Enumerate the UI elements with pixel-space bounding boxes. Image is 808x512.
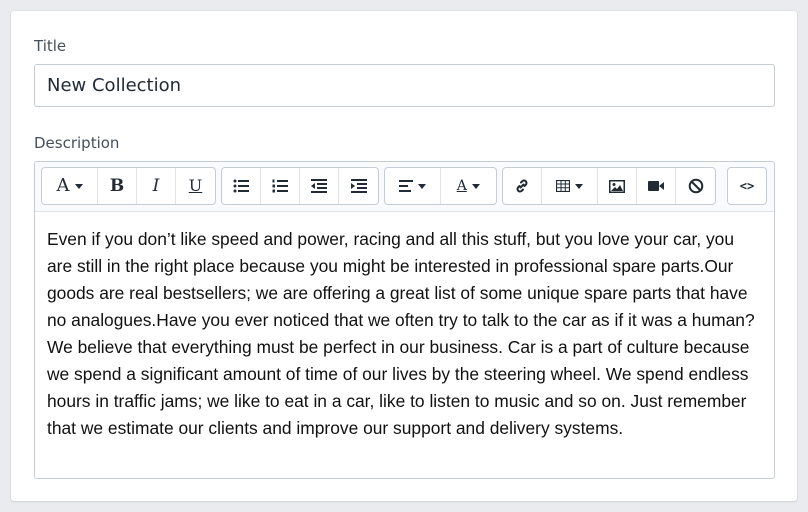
- chevron-down-icon: [575, 183, 583, 189]
- numbered-list-icon: [272, 179, 288, 193]
- font-style-button[interactable]: A: [42, 168, 98, 204]
- code-view-group: <>: [727, 167, 767, 205]
- numbered-list-button[interactable]: [261, 168, 300, 204]
- link-button[interactable]: [503, 168, 542, 204]
- insert-group: [502, 167, 716, 205]
- video-button[interactable]: [637, 168, 676, 204]
- description-label: Description: [34, 134, 120, 152]
- paragraph-group: A: [384, 167, 497, 205]
- table-icon: [556, 180, 570, 192]
- image-icon: [609, 179, 625, 193]
- video-icon: [648, 181, 664, 191]
- italic-button[interactable]: I: [137, 168, 176, 204]
- indent-icon: [350, 179, 367, 193]
- title-input[interactable]: [34, 64, 775, 107]
- bold-icon: B: [109, 175, 125, 196]
- align-dropdown-button[interactable]: [385, 168, 441, 204]
- code-view-button[interactable]: <>: [728, 168, 766, 204]
- code-view-icon: <>: [739, 179, 755, 193]
- bullet-list-icon: [233, 179, 249, 193]
- image-button[interactable]: [598, 168, 637, 204]
- collection-form-card: Title Description A B I U: [11, 11, 797, 501]
- link-icon: [516, 179, 528, 193]
- chevron-down-icon: [74, 183, 83, 189]
- bold-button[interactable]: B: [98, 168, 137, 204]
- outdent-button[interactable]: [300, 168, 339, 204]
- title-label: Title: [34, 37, 67, 55]
- chevron-down-icon: [471, 183, 480, 189]
- text-color-icon: A: [456, 178, 467, 194]
- clear-format-icon: [688, 178, 703, 194]
- font-style-icon: A: [56, 175, 70, 196]
- underline-button[interactable]: U: [176, 168, 215, 204]
- align-left-icon: [398, 180, 413, 192]
- text-color-button[interactable]: A: [441, 168, 497, 204]
- description-editor: A B I U A <> Even if you don’t like spee…: [34, 161, 775, 479]
- list-group: [221, 167, 379, 205]
- table-dropdown-button[interactable]: [542, 168, 598, 204]
- bullet-list-button[interactable]: [222, 168, 261, 204]
- italic-icon: I: [152, 175, 160, 196]
- chevron-down-icon: [417, 183, 426, 189]
- text-style-group: A B I U: [41, 167, 216, 205]
- indent-button[interactable]: [339, 168, 378, 204]
- description-content[interactable]: Even if you don’t like speed and power, …: [35, 212, 774, 442]
- editor-toolbar: A B I U A <>: [35, 162, 774, 212]
- outdent-icon: [311, 179, 327, 193]
- clear-format-button[interactable]: [676, 168, 715, 204]
- underline-icon: U: [188, 176, 203, 195]
